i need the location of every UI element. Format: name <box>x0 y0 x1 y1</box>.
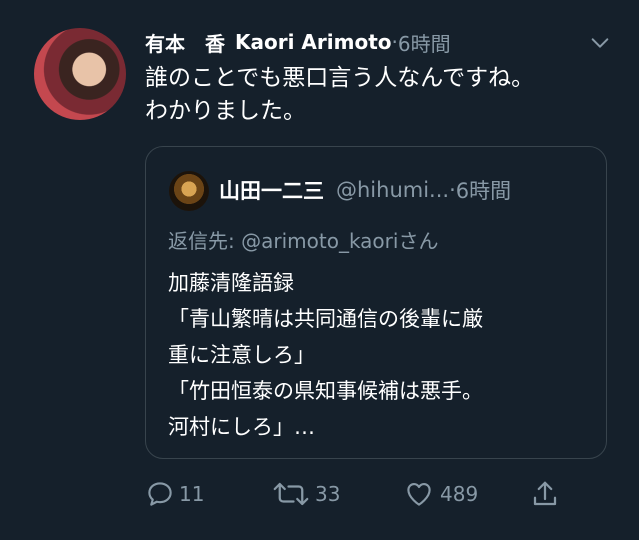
quoted-tweet-header: 山田一二三 @hihumi... · 6時間 <box>219 175 586 205</box>
tweet-timestamp[interactable]: 6時間 <box>398 28 451 57</box>
quoted-author-handle: @hihumi... <box>336 178 450 202</box>
reply-icon <box>148 482 172 506</box>
retweet-icon <box>273 482 309 506</box>
chevron-down-icon[interactable] <box>589 32 611 54</box>
quoted-tweet-text: 加藤清隆語録 「青山繁晴は共同通信の後輩に厳 重に注意しろ」 「竹田恒泰の県知事… <box>168 271 483 439</box>
replying-to-line: 返信先: @arimoto_kaoriさん <box>168 225 438 254</box>
quoted-timestamp: 6時間 <box>455 179 512 203</box>
heart-icon <box>407 482 431 506</box>
like-button[interactable]: 489 <box>402 474 478 514</box>
quoted-tweet-card[interactable]: 山田一二三 @hihumi... · 6時間 返信先: @arimoto_kao… <box>145 146 607 459</box>
like-count: 489 <box>440 482 479 506</box>
quoted-time-separator: · <box>449 178 456 202</box>
quoted-author-avatar <box>169 171 209 211</box>
tweet-actions: 11 33 489 <box>145 474 565 514</box>
share-button[interactable] <box>530 474 564 514</box>
tweet-header: 有本 香 Kaori Arimoto · 6時間 <box>145 27 625 57</box>
share-icon <box>533 481 557 506</box>
reply-prefix: 返信先: <box>168 229 242 253</box>
tweet-text: 誰のことでも悪口言う人なんですね。 わかりました。 <box>145 65 535 124</box>
reply-suffix: さん <box>398 229 439 253</box>
author-display-name[interactable]: 有本 香 <box>145 28 225 57</box>
retweet-button[interactable]: 33 <box>271 474 340 514</box>
author-name-en[interactable]: Kaori Arimoto <box>235 30 392 54</box>
retweet-count: 33 <box>315 482 341 506</box>
reply-button[interactable]: 11 <box>145 474 204 514</box>
author-avatar[interactable] <box>34 28 126 120</box>
reply-mention: @arimoto_kaori <box>241 229 399 253</box>
quoted-author-name: 山田一二三 <box>219 179 324 203</box>
reply-count: 11 <box>179 482 205 506</box>
